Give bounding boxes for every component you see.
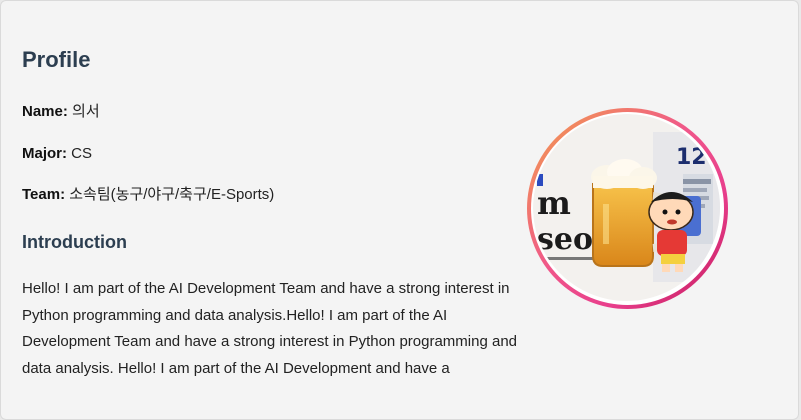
- name-value: 의서: [72, 103, 100, 120]
- profile-card: Profile Name: 의서 Major: CS Team: 소속팀(농구/…: [0, 0, 799, 420]
- team-value: 소속팀(농구/야구/축구/E-Sports): [69, 186, 275, 203]
- team-field: Team: 소속팀(농구/야구/축구/E-Sports): [22, 185, 274, 205]
- team-label: Team:: [22, 186, 66, 203]
- major-label: Major:: [22, 145, 67, 162]
- page-title: Profile: [22, 47, 91, 72]
- profile-info: Profile Name: 의서 Major: CS Team: 소속팀(농구/…: [22, 45, 532, 377]
- poster-text-seo: seo: [537, 222, 593, 257]
- major-value: CS: [71, 145, 93, 162]
- avatar-frame: m seo 12: [531, 112, 724, 305]
- name-label: Name:: [22, 103, 68, 120]
- avatar-image: m seo 12: [533, 114, 722, 303]
- avatar-illustration: m seo 12: [533, 114, 720, 301]
- poster-text-m: m: [537, 184, 571, 222]
- introduction-text: Hello! I am part of the AI Development T…: [22, 280, 518, 377]
- major-field: Major: CS: [22, 144, 92, 164]
- introduction-heading: Introduction: [22, 232, 127, 252]
- name-field: Name: 의서: [22, 102, 100, 122]
- avatar: m seo 12: [527, 108, 728, 309]
- poster-text-number: 12: [676, 145, 707, 170]
